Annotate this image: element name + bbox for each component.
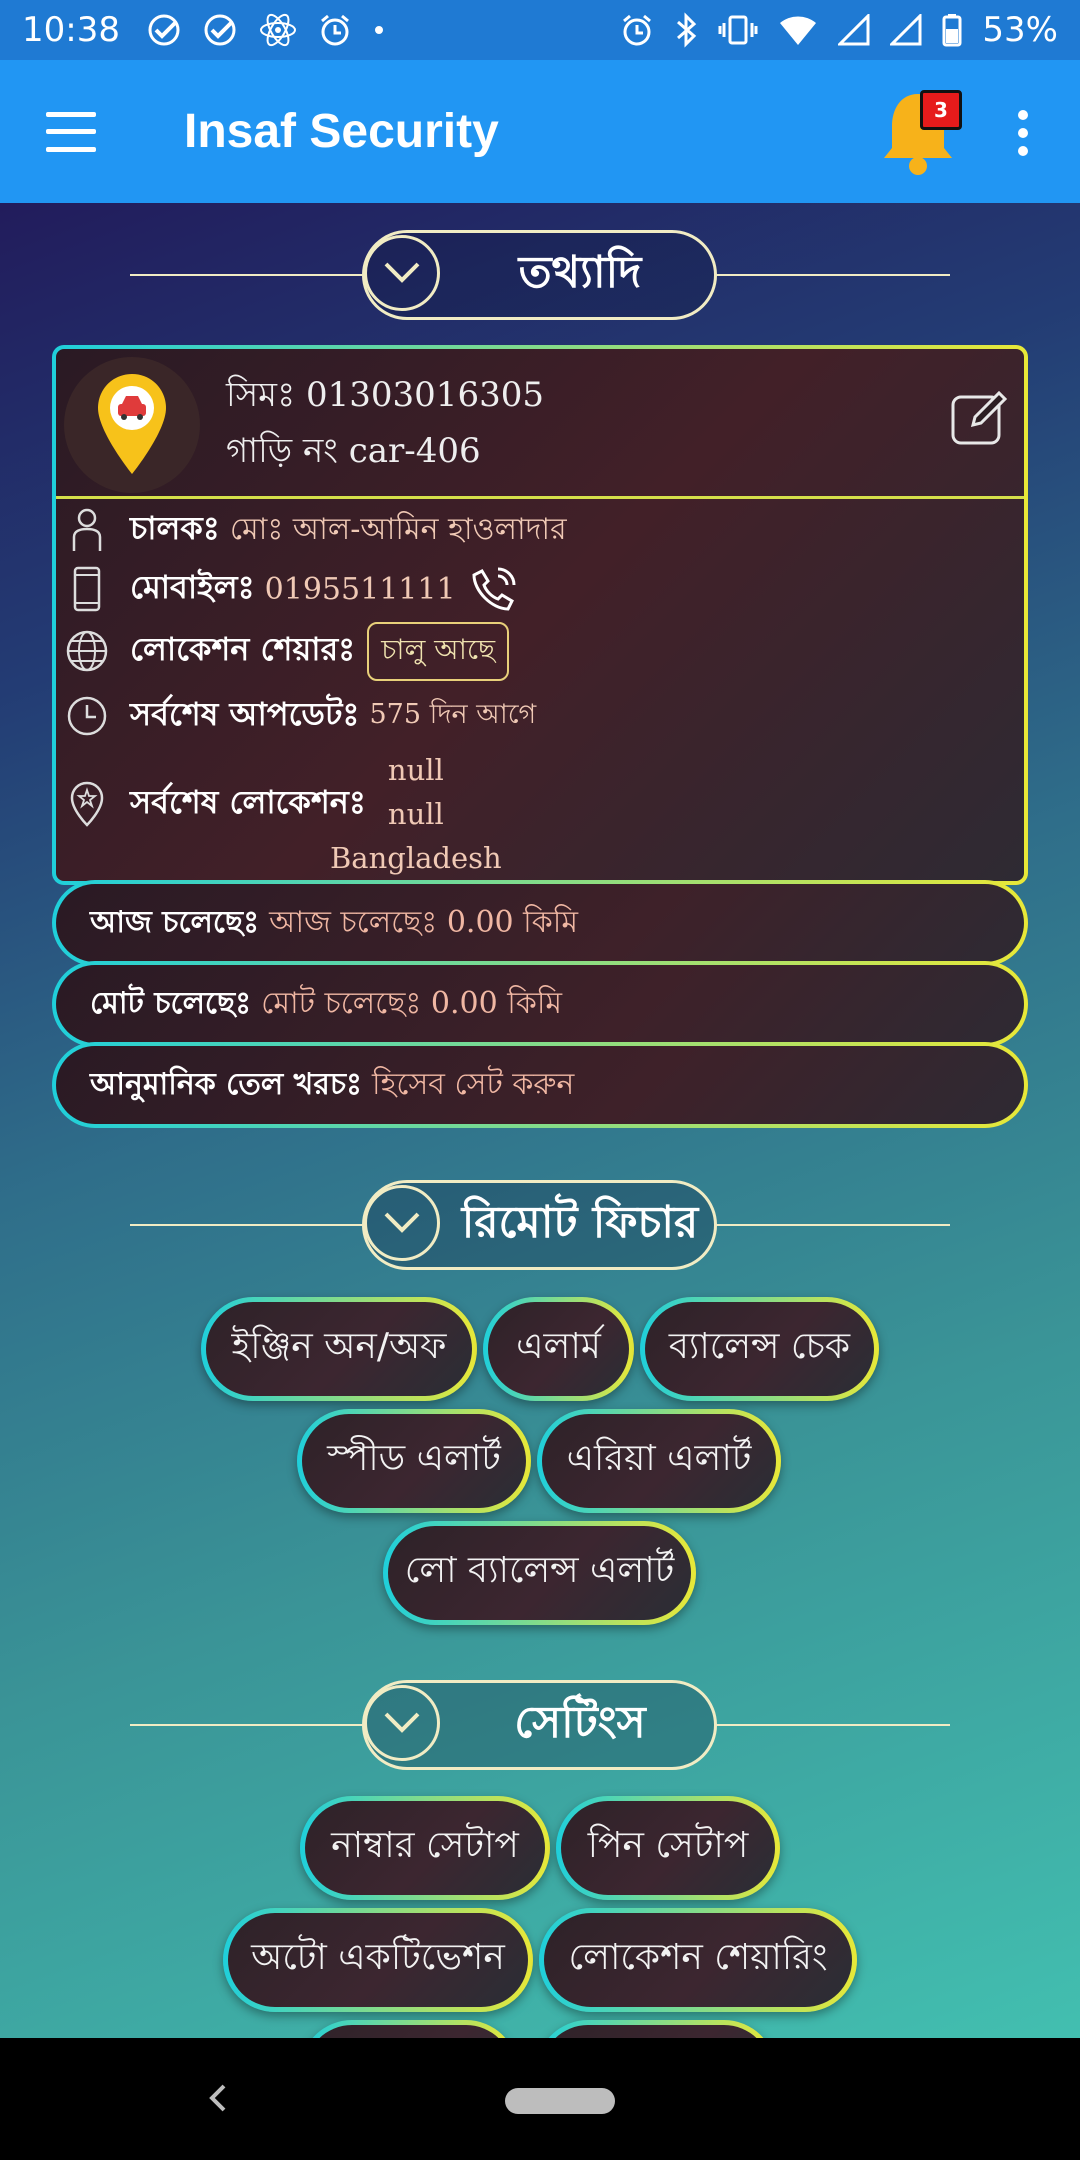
app-title: Insaf Security <box>184 105 499 158</box>
today-distance-label: আজ চলেছেঃ <box>90 904 260 940</box>
clock-icon <box>67 696 107 736</box>
last-update-value: 575 দিন আগে <box>369 698 537 730</box>
alarm-icon <box>623 14 652 46</box>
engine-toggle-button[interactable]: ইঞ্জিন অন/অফ <box>201 1297 477 1401</box>
globe-icon <box>66 630 108 672</box>
balance-check-button[interactable]: ব্যালেন্স চেক <box>640 1297 879 1401</box>
fuel-cost-value[interactable]: হিসেব সেট করুন <box>372 1060 574 1111</box>
auto-activation-button[interactable]: অটো একটিভেশন <box>223 1908 533 2012</box>
location-share-label: লোকেশন শেয়ারঃ <box>130 630 356 668</box>
last-update-label: সর্বশেষ আপডেটঃ <box>130 695 360 733</box>
last-location-value: null null Bangladesh <box>330 753 502 875</box>
section-header-info[interactable]: তথ্যাদি <box>130 230 950 320</box>
area-alert-button[interactable]: এরিয়া এলার্ট <box>537 1409 781 1513</box>
sim-number: সিমঃ 01303016305 <box>226 375 544 415</box>
home-pill[interactable] <box>505 2088 615 2114</box>
phone-call-icon[interactable] <box>470 565 518 613</box>
today-distance-value: আজ চলেছেঃ 0.00 কিমি <box>269 904 578 940</box>
dashboard-content: তথ্যাদি সিমঃ 01303016305 গাড়ি নং car-40… <box>0 203 1080 2038</box>
location-pin-icon <box>70 781 104 827</box>
section-title-remote: রিমোট ফিচার <box>461 1196 699 1248</box>
car-number: গাড়ি নং car-406 <box>226 431 481 471</box>
location-share-status[interactable]: চালু আছে <box>367 621 510 681</box>
edit-icon[interactable] <box>949 387 1009 447</box>
fuel-cost-label: আনুমানিক তেল খরচঃ <box>90 1066 363 1102</box>
car-location-pin-icon <box>98 374 166 474</box>
number-setup-button[interactable]: নাম্বার সেটাপ <box>300 1796 550 1900</box>
low-balance-alert-button[interactable]: লো ব্যালেন্স এলার্ট <box>383 1521 696 1625</box>
alarm-icon <box>321 14 349 46</box>
system-nav-bar <box>0 2038 1080 2160</box>
chevron-down-icon[interactable] <box>364 235 440 311</box>
driver-row: চালকঃ মোঃ আল-আমিন হাওলাদার <box>56 501 1024 559</box>
more-options-icon[interactable] <box>1016 110 1030 156</box>
hamburger-menu-icon[interactable] <box>46 111 96 152</box>
status-bar: 10:38 53% <box>0 0 1080 60</box>
check-circle-icon <box>148 14 180 46</box>
speed-alert-button[interactable]: স্পীড এলার্ট <box>297 1409 531 1513</box>
location-share-row: লোকেশন শেয়ারঃ চালু আছে <box>56 619 1024 683</box>
vibrate-icon <box>718 15 758 45</box>
driver-label: চালকঃ <box>130 509 220 547</box>
total-distance-value: মোট চলেছেঃ 0.00 কিমি <box>261 985 563 1021</box>
location-sharing-button[interactable]: লোকেশন শেয়ারিং <box>539 1908 857 2012</box>
wifi-icon <box>780 16 817 45</box>
back-icon[interactable] <box>206 2080 230 2116</box>
section-header-settings[interactable]: সেটিংস <box>130 1680 950 1770</box>
settings-button-partial[interactable] <box>536 2020 776 2038</box>
today-distance-bar: আজ চলেছেঃ আজ চলেছেঃ 0.00 কিমি <box>52 880 1028 966</box>
notification-badge: 3 <box>920 90 962 130</box>
react-atom-icon <box>259 13 296 47</box>
signal-icon <box>838 14 870 46</box>
fuel-cost-bar[interactable]: আনুমানিক তেল খরচঃ হিসেব সেট করুন <box>52 1042 1028 1128</box>
driver-name: মোঃ আল-আমিন হাওলাদার <box>229 511 567 547</box>
last-update-row: সর্বশেষ আপডেটঃ 575 দিন আগে <box>56 683 1024 749</box>
battery-icon <box>942 14 962 47</box>
chevron-down-icon[interactable] <box>364 1185 440 1261</box>
app-bar: Insaf Security 3 <box>0 60 1080 203</box>
section-header-remote[interactable]: রিমোট ফিচার <box>130 1180 950 1270</box>
signal-icon <box>890 14 922 46</box>
chevron-down-icon[interactable] <box>364 1685 440 1761</box>
alarm-button[interactable]: এলার্ম <box>483 1297 634 1401</box>
total-distance-bar: মোট চলেছেঃ মোট চলেছেঃ 0.00 কিমি <box>52 961 1028 1047</box>
mobile-row: মোবাইলঃ 0195511111 <box>56 559 1024 619</box>
vehicle-info-card: সিমঃ 01303016305 গাড়ি নং car-406 চালকঃ … <box>52 345 1028 885</box>
bluetooth-icon <box>677 12 697 48</box>
battery-level: 53% <box>982 10 1058 50</box>
pin-setup-button[interactable]: পিন সেটাপ <box>556 1796 780 1900</box>
person-icon <box>72 508 102 551</box>
vehicle-avatar <box>64 357 200 493</box>
vehicle-header: সিমঃ 01303016305 গাড়ি নং car-406 <box>56 349 1024 499</box>
settings-button-partial[interactable] <box>300 2020 518 2038</box>
check-circle-icon <box>204 14 236 46</box>
last-location-row: সর্বশেষ লোকেশনঃ <box>56 769 1024 839</box>
section-title-settings: সেটিংস <box>514 1696 646 1748</box>
dot-icon <box>374 26 383 34</box>
status-time: 10:38 <box>22 10 120 50</box>
total-distance-label: মোট চলেছেঃ <box>90 985 252 1021</box>
mobile-label: মোবাইলঃ <box>130 568 255 606</box>
section-title-info: তথ্যাদি <box>518 246 642 298</box>
mobile-number: 0195511111 <box>264 571 456 607</box>
mobile-phone-icon <box>73 566 101 612</box>
